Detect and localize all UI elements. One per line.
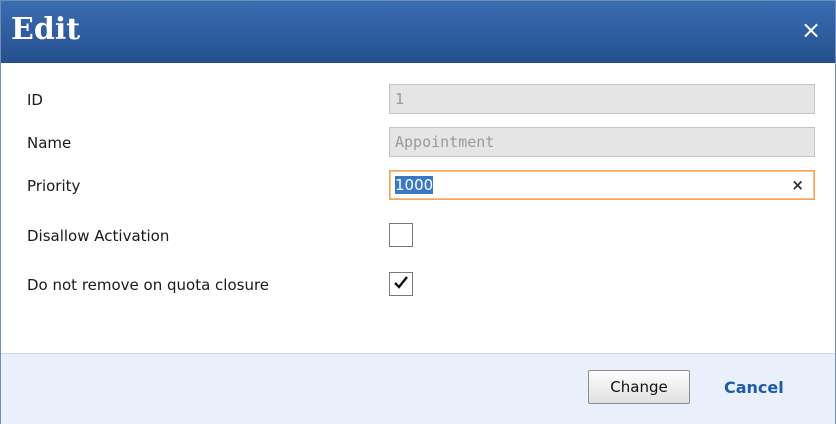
dialog-title: Edit — [11, 12, 81, 47]
disallow-activation-checkbox[interactable] — [389, 223, 413, 247]
priority-value: 1000 — [395, 176, 434, 194]
close-icon[interactable]: × — [799, 18, 823, 42]
checkmark-icon — [394, 276, 408, 289]
name-label: Name — [27, 134, 72, 152]
clear-icon[interactable]: × — [791, 171, 804, 199]
cancel-link[interactable]: Cancel — [724, 378, 784, 397]
id-field: 1 — [389, 84, 815, 114]
edit-dialog: Edit × ID 1 Name Appointment Priority 10… — [0, 0, 836, 424]
disallow-activation-label: Disallow Activation — [27, 227, 170, 245]
name-field: Appointment — [389, 127, 815, 157]
priority-label: Priority — [27, 177, 81, 195]
quota-closure-label: Do not remove on quota closure — [27, 276, 270, 294]
priority-input[interactable]: 1000 × — [389, 170, 815, 200]
quota-closure-checkbox[interactable] — [389, 272, 413, 296]
id-label: ID — [27, 91, 43, 109]
dialog-titlebar[interactable]: Edit × — [1, 1, 835, 63]
change-button[interactable]: Change — [588, 370, 690, 404]
dialog-footer: Change Cancel — [1, 353, 835, 424]
